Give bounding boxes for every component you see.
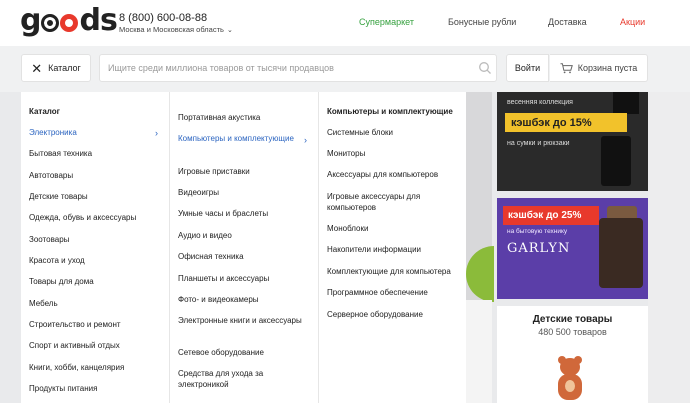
search-input[interactable] — [99, 54, 497, 82]
catalog-dropdown: Каталог Электроника › Бытовая техника Ав… — [21, 92, 466, 403]
background-right-strip — [648, 92, 690, 403]
detail-item[interactable]: Игровые аксессуары для компьютеров — [327, 191, 462, 213]
category-item[interactable]: Спорт и активный отдых — [29, 341, 120, 350]
detail-item[interactable]: Аксессуары для компьютеров — [327, 169, 462, 180]
subcategory-item[interactable]: Видеоигры — [178, 187, 306, 198]
subcategory-item[interactable]: Планшеты и аксессуары — [178, 273, 306, 284]
column-divider — [318, 92, 319, 403]
banner-subtitle: на сумки и рюкзаки — [507, 140, 570, 147]
category-item[interactable]: Продукты питания — [29, 384, 97, 393]
category-column: Каталог Электроника › Бытовая техника Ав… — [21, 92, 169, 403]
category-item[interactable]: Бытовая техника — [29, 149, 92, 158]
cart-icon — [560, 62, 573, 73]
category-card-count: 480 500 товаров — [538, 327, 607, 337]
brand-name: GARLYN — [507, 241, 571, 256]
banner-caption: весенняя коллекция — [507, 99, 573, 106]
subcategory-item[interactable]: Сетевое оборудование — [178, 347, 306, 358]
nav-delivery[interactable]: Доставка — [548, 17, 587, 27]
region-selector[interactable]: Москва и Московская область ⌄ — [119, 25, 233, 34]
region-label: Москва и Московская область — [119, 25, 224, 34]
category-item[interactable]: Детские товары — [29, 192, 88, 201]
chevron-down-icon: ⌄ — [226, 26, 233, 34]
detail-item[interactable]: Серверное оборудование — [327, 309, 462, 320]
cart-label: Корзина пуста — [577, 63, 638, 73]
cashback-badge: кэшбэк до 25% — [503, 206, 599, 225]
appliance-image — [599, 218, 643, 288]
header: g ds 8 (800) 600-08-88 Москва и Московск… — [0, 0, 690, 46]
subcategory-item[interactable]: Компьютеры и комплектующие — [178, 133, 306, 144]
category-card-kids[interactable]: Детские товары 480 500 товаров — [497, 306, 648, 403]
promo-banner-appliances[interactable]: кэшбэк до 25% на бытовую технику GARLYN — [497, 198, 648, 299]
logo-letter-g: g — [20, 2, 42, 38]
catalog-button-label: Каталог — [48, 63, 81, 73]
category-item[interactable]: Электроника — [29, 128, 77, 137]
search-bar-row: ✕ Каталог Войти Корзина пуста — [0, 46, 690, 92]
catalog-button[interactable]: ✕ Каталог — [21, 54, 91, 82]
login-button[interactable]: Войти — [506, 54, 549, 82]
category-item[interactable]: Мебель — [29, 299, 58, 308]
close-icon: ✕ — [31, 60, 43, 76]
detail-item[interactable]: Комплектующие для компьютера — [327, 266, 462, 277]
category-item[interactable]: Книги, хобби, канцелярия — [29, 363, 124, 372]
cart-button[interactable]: Корзина пуста — [550, 54, 648, 82]
detail-item[interactable]: Мониторы — [327, 148, 462, 159]
category-item[interactable]: Автотовары — [29, 171, 73, 180]
category-item[interactable]: Одежда, обувь и аксессуары — [29, 213, 136, 222]
catalog-title: Каталог — [29, 107, 60, 116]
category-item[interactable]: Строительство и ремонт — [29, 320, 121, 329]
subcategory-item[interactable]: Игровые приставки — [178, 166, 306, 177]
teddy-bear-image — [556, 356, 584, 400]
category-item[interactable]: Товары для дома — [29, 277, 94, 286]
logo-letters-ds: ds — [79, 2, 117, 38]
subcategory-item[interactable]: Портативная акустика — [178, 112, 306, 123]
phone-number[interactable]: 8 (800) 600-08-88 — [119, 12, 207, 24]
subcategory-item[interactable]: Аудио и видео — [178, 230, 306, 241]
bag-image — [613, 92, 639, 114]
logo-oo-icon — [41, 8, 79, 32]
detail-item[interactable]: Системные блоки — [327, 127, 462, 138]
column-divider — [169, 92, 170, 403]
category-item[interactable]: Зоотовары — [29, 235, 69, 244]
category-card-title: Детские товары — [532, 314, 613, 325]
promo-banner-bags[interactable]: весенняя коллекция кэшбэк до 15% на сумк… — [497, 92, 648, 191]
goods-logo[interactable]: g ds — [20, 2, 118, 38]
chevron-right-icon: › — [304, 135, 307, 145]
search-icon[interactable] — [478, 61, 492, 75]
subcategory-item[interactable]: Фото- и видеокамеры — [178, 294, 306, 305]
subcategory-item[interactable]: Электронные книги и аксессуары — [178, 315, 306, 326]
bag-image — [601, 136, 631, 186]
subcategory-item[interactable]: Средства для ухода за электроникой — [178, 368, 306, 390]
category-item[interactable]: Красота и уход — [29, 256, 85, 265]
subcategory-item[interactable]: Умные часы и браслеты — [178, 208, 306, 219]
nav-promotions[interactable]: Акции — [620, 17, 645, 27]
banner-subtitle: на бытовую технику — [507, 228, 568, 235]
detail-item[interactable]: Накопители информации — [327, 244, 462, 255]
nav-supermarket[interactable]: Супермаркет — [359, 17, 414, 27]
detail-item[interactable]: Моноблоки — [327, 223, 462, 234]
cashback-badge: кэшбэк до 15% — [505, 113, 627, 132]
nav-bonus-rubles[interactable]: Бонусные рубли — [448, 17, 516, 27]
detail-column-title: Компьютеры и комплектующие — [327, 107, 453, 116]
chevron-right-icon: › — [155, 128, 158, 138]
detail-item[interactable]: Программное обеспечение — [327, 287, 462, 298]
subcategory-item[interactable]: Офисная техника — [178, 251, 306, 262]
background-card-edge — [466, 300, 492, 403]
